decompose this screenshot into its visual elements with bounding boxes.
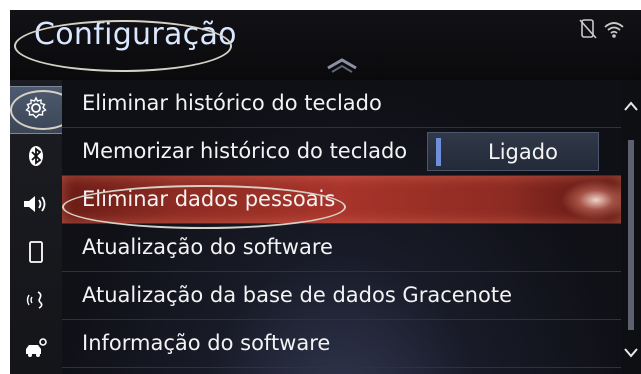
bluetooth-icon	[26, 144, 46, 172]
voice-icon	[24, 288, 48, 316]
list-item[interactable]: Atualização da base de dados Gracenote	[62, 272, 621, 320]
list-item-label: Informação do software	[82, 331, 331, 355]
sidebar-item-voice[interactable]	[10, 278, 62, 326]
sidebar-item-phone[interactable]	[10, 230, 62, 278]
highlight-annotation-ring	[62, 185, 346, 229]
toggle-indicator	[436, 138, 441, 166]
wifi-icon	[603, 18, 625, 42]
list-item[interactable]: Eliminar histórico do teclado	[62, 80, 621, 128]
title-annotation-ring	[14, 20, 232, 72]
phone-icon	[28, 240, 44, 268]
settings-screen: Configuração Eliminar histórico do tecla…	[10, 10, 641, 374]
list-item-label: Atualização do software	[82, 235, 333, 259]
scroll-down-icon[interactable]	[623, 345, 639, 359]
sidebar-item-sound[interactable]	[10, 182, 62, 230]
scroll-up-chevron-icon[interactable]	[322, 54, 362, 74]
list-item[interactable]: Memorizar histórico do teclado Ligado	[62, 128, 621, 176]
scroll-thumb[interactable]	[628, 140, 634, 330]
memorize-history-toggle[interactable]: Ligado	[427, 132, 599, 171]
list-item[interactable]: Atualização do software	[62, 224, 621, 272]
speaker-icon	[22, 193, 50, 219]
scroll-up-icon[interactable]	[623, 98, 639, 112]
status-icons	[579, 18, 631, 42]
list-item-label: Atualização da base de dados Gracenote	[82, 283, 512, 307]
list-item-label: Memorizar histórico do teclado	[82, 139, 408, 163]
toggle-value: Ligado	[488, 140, 558, 164]
list-item[interactable]: Informação do software	[62, 320, 621, 368]
phone-disconnected-icon	[579, 18, 597, 42]
list-item-label: Eliminar histórico do teclado	[82, 91, 382, 115]
title-bar: Configuração	[10, 10, 641, 80]
scrollbar[interactable]	[621, 80, 641, 374]
sidebar-item-vehicle[interactable]	[10, 326, 62, 374]
sidebar-item-bluetooth[interactable]	[10, 134, 62, 182]
car-settings-icon	[23, 336, 49, 364]
